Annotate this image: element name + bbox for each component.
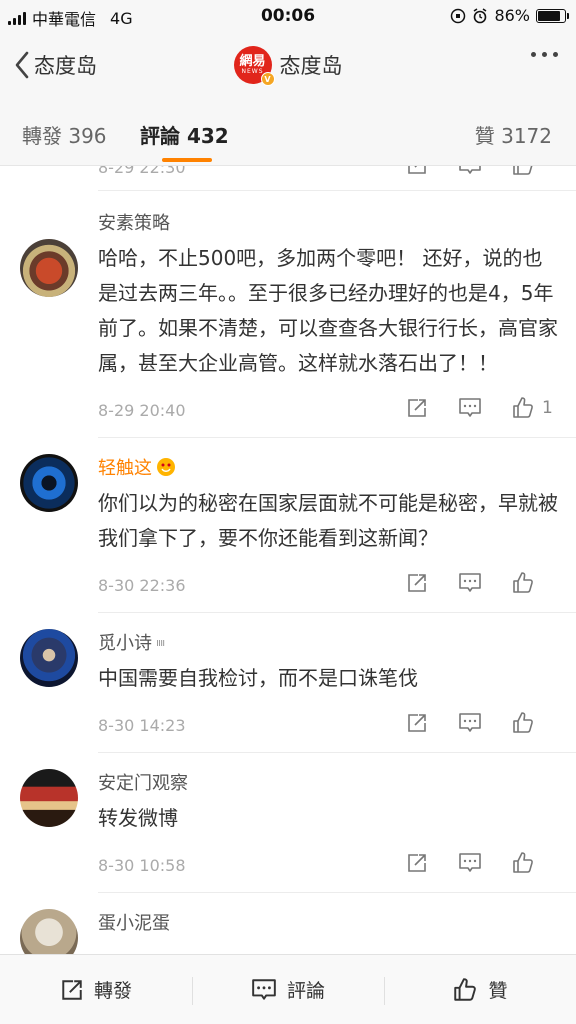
repost-label: 轉發 — [93, 980, 132, 1002]
comment-item: 蛋小泥蛋 — [20, 893, 576, 954]
thumbs-up-icon — [454, 977, 477, 1001]
comment-footer: 8-30 14:23 — [98, 708, 576, 742]
comment-button[interactable]: 評論 — [192, 955, 384, 1024]
share-icon[interactable] — [404, 395, 430, 421]
vip-mark-icon: ıııı — [156, 635, 165, 649]
comment-date: 8-29 20:40 — [98, 401, 186, 420]
share-icon[interactable] — [404, 850, 430, 876]
tab-comment[interactable]: 評論 432 — [140, 120, 229, 149]
member-badge-icon — [157, 458, 175, 476]
comment-item: 8-29 22:30 — [98, 166, 576, 191]
avatar[interactable] — [20, 454, 78, 512]
nav-title-group[interactable]: 網易 NEWS V 态度岛 — [0, 46, 576, 86]
comment-footer: 8-29 22:30 — [98, 166, 576, 184]
page-title: 态度岛 — [279, 54, 343, 78]
avatar[interactable] — [20, 909, 78, 954]
like-icon[interactable] — [510, 166, 536, 178]
nav-bar: 态度岛 網易 NEWS V 态度岛 — [0, 32, 576, 100]
comment-footer: 8-30 10:58 — [98, 848, 576, 882]
comment-item: 轻触这 你们以为的秘密在国家层面就不可能是秘密，早就被我们拿下了，要不你还能看到… — [20, 438, 576, 613]
like-icon[interactable] — [510, 395, 536, 421]
comment-actions — [377, 850, 556, 876]
like-icon[interactable] — [510, 710, 536, 736]
comment-actions: 1 — [377, 395, 556, 421]
comment-footer: 8-29 20:40 1 — [98, 393, 576, 427]
like-count: 1 — [542, 398, 553, 418]
comment-icon — [252, 978, 276, 1000]
comment-author[interactable]: 安素策略 — [98, 209, 576, 235]
reply-icon[interactable] — [457, 166, 483, 178]
comment-date: 8-30 22:36 — [98, 576, 186, 595]
like-icon[interactable] — [510, 850, 536, 876]
like-label: 贊 — [488, 980, 508, 1002]
comment-actions — [377, 570, 556, 596]
tab-bar: 轉發 396 評論 432 贊 3172 — [0, 100, 576, 166]
status-icons: 86% — [450, 6, 569, 25]
comment-list[interactable]: 8-29 22:30 安素策略 哈哈，不止500吧，多加两个零吧！ 还好，说的也… — [0, 166, 576, 954]
comment-author[interactable]: 觅小诗 ıııı — [98, 629, 576, 655]
status-bar: 中華電信 4G 00:06 86% — [0, 0, 576, 32]
like-button[interactable]: 贊 — [384, 955, 576, 1024]
comment-item: 觅小诗 ıııı 中国需要自我检讨，而不是口诛笔伐 8-30 14:23 — [20, 613, 576, 753]
verified-badge-icon: V — [260, 72, 275, 86]
reply-icon[interactable] — [457, 395, 483, 421]
comment-date: 8-30 14:23 — [98, 716, 186, 735]
comment-text: 转发微博 — [98, 806, 178, 830]
tab-repost[interactable]: 轉發 396 — [22, 120, 107, 149]
orientation-lock-icon — [451, 8, 466, 23]
comment-text: 你们以为的秘密在国家层面就不可能是秘密，早就被我们拿下了，要不你还能看到这新闻？ — [98, 491, 558, 550]
active-tab-indicator — [162, 158, 212, 162]
comment-date: 8-30 10:58 — [98, 856, 186, 875]
battery-icon — [536, 8, 569, 23]
avatar[interactable] — [20, 769, 78, 827]
share-icon — [62, 979, 82, 1000]
tab-like[interactable]: 贊 3172 — [475, 120, 552, 149]
share-icon[interactable] — [404, 166, 430, 178]
netease-news-logo: 網易 NEWS V — [233, 46, 275, 86]
more-dots-icon — [531, 52, 536, 57]
reply-icon[interactable] — [457, 710, 483, 736]
comment-item: 安素策略 哈哈，不止500吧，多加两个零吧！ 还好，说的也是过去两三年。。至于很… — [20, 191, 576, 438]
comment-author[interactable]: 蛋小泥蛋 — [98, 909, 576, 935]
comment-item: 安定门观察 转发微博 8-30 10:58 — [20, 753, 576, 893]
share-icon[interactable] — [404, 570, 430, 596]
comment-label: 評論 — [286, 980, 325, 1002]
comment-author[interactable]: 安定门观察 — [98, 769, 576, 795]
comment-text: 中国需要自我检讨，而不是口诛笔伐 — [98, 666, 418, 690]
comment-text: 哈哈，不止500吧，多加两个零吧！ 还好，说的也是过去两三年。。至于很多已经办理… — [98, 246, 558, 375]
like-icon[interactable] — [510, 570, 536, 596]
alarm-icon — [473, 7, 487, 23]
comment-date: 8-29 22:30 — [98, 166, 186, 177]
reply-icon[interactable] — [457, 850, 483, 876]
repost-button[interactable]: 轉發 — [0, 955, 192, 1024]
avatar[interactable] — [20, 629, 78, 687]
bottom-action-bar: 轉發 評論 贊 — [0, 954, 576, 1024]
comment-footer: 8-30 22:36 — [98, 568, 576, 602]
comment-actions — [377, 710, 556, 736]
more-button[interactable] — [531, 52, 558, 57]
battery-percent: 86% — [494, 6, 530, 25]
share-icon[interactable] — [404, 710, 430, 736]
comment-author[interactable]: 轻触这 — [98, 454, 576, 480]
comment-actions — [377, 166, 556, 178]
reply-icon[interactable] — [457, 570, 483, 596]
avatar[interactable] — [20, 239, 78, 297]
